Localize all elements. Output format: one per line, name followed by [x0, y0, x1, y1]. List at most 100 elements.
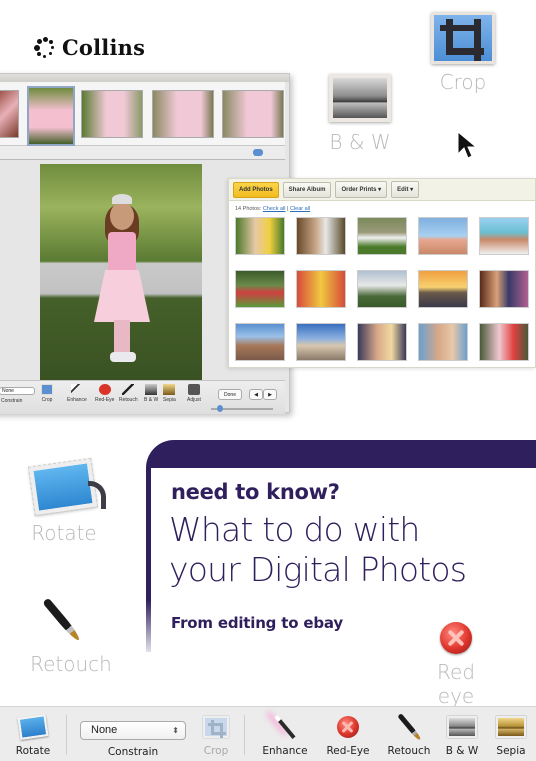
- filmstrip-thumbnail-selected[interactable]: [27, 86, 75, 146]
- constrain-label: Constrain: [1, 398, 23, 404]
- add-photos-button[interactable]: Add Photos: [233, 181, 279, 198]
- editor-enhance-button[interactable]: Enhance: [67, 384, 87, 403]
- enhance-button[interactable]: Enhance: [258, 713, 312, 757]
- crop-icon: [431, 12, 495, 64]
- editor-bw-button[interactable]: B & W: [144, 384, 158, 403]
- album-thumbnail[interactable]: [357, 270, 407, 308]
- book-title: What to do with your Digital Photos: [169, 510, 467, 590]
- book-title-line-2: your Digital Photos: [169, 550, 467, 589]
- arrow-left-icon: ◀: [254, 392, 258, 398]
- photo-subject: [94, 194, 150, 364]
- editor-retouch-button[interactable]: Retouch: [119, 384, 138, 403]
- album-thumbnail[interactable]: [479, 270, 529, 308]
- mouse-cursor-icon: [457, 130, 478, 159]
- bottom-toolbar: Rotate None ⬍ Constrain Crop Enhance Red…: [0, 706, 536, 761]
- filmstrip-thumbnail[interactable]: [222, 90, 284, 138]
- black-white-photo-icon: [329, 74, 391, 122]
- filmstrip-thumbnail[interactable]: [81, 90, 143, 138]
- filmstrip-thumbnail[interactable]: [0, 90, 19, 138]
- share-album-button[interactable]: Share Album: [282, 181, 332, 198]
- album-thumbnail[interactable]: [235, 323, 285, 361]
- paintbrush-icon: [396, 713, 422, 741]
- rotate-label: Rotate: [31, 521, 97, 545]
- collins-wordmark: Collins: [62, 35, 146, 60]
- main-photo-preview: [40, 164, 202, 380]
- book-subtitle: From editing to ebay: [171, 614, 343, 632]
- done-button[interactable]: Done: [218, 389, 242, 400]
- album-thumbnail[interactable]: [479, 323, 529, 361]
- filmstrip-scrollbar[interactable]: [0, 146, 285, 160]
- scroll-indicator[interactable]: [253, 149, 263, 156]
- filmstrip-thumbnail[interactable]: [152, 90, 214, 138]
- zoom-slider-knob[interactable]: [217, 405, 223, 412]
- album-photo-grid: [235, 217, 529, 361]
- album-thumbnail[interactable]: [357, 217, 407, 255]
- rotate-photo-icon: [27, 457, 99, 517]
- red-eye-feature: Red eye: [418, 622, 494, 708]
- photo-count: 14 Photos:: [235, 206, 262, 212]
- card-border-fade: [141, 600, 155, 660]
- filmstrip: [0, 82, 285, 146]
- album-thumbnail[interactable]: [418, 217, 468, 255]
- editor-crop-button[interactable]: Crop: [41, 384, 53, 403]
- constrain-select[interactable]: None: [0, 387, 35, 395]
- magic-wand-icon: [274, 714, 296, 740]
- clear-all-link[interactable]: Clear all: [290, 206, 310, 212]
- select-updown-icon: ⬍: [172, 726, 179, 735]
- bw-feature: B & W: [328, 74, 392, 154]
- title-card: need to know? What to do with your Digit…: [146, 440, 536, 652]
- check-all-link[interactable]: Check all: [263, 206, 286, 212]
- collins-logo: Collins: [34, 35, 145, 60]
- web-album-panel: Add Photos Share Album Order Prints ▾ Ed…: [228, 178, 536, 368]
- book-title-line-1: What to do with: [169, 510, 420, 549]
- crop-button[interactable]: Crop: [196, 713, 236, 757]
- constrain-label: Constrain: [107, 746, 159, 758]
- editor-toolbar: None Constrain Crop Enhance Red-Eye Reto…: [0, 380, 285, 414]
- collins-dots-icon: [34, 36, 56, 59]
- toolbar-divider: [244, 715, 245, 755]
- window-titlebar: [0, 74, 289, 82]
- rotate-button[interactable]: Rotate: [12, 713, 54, 757]
- red-eye-label: Red eye: [437, 660, 475, 708]
- crop-icon: [203, 716, 229, 738]
- editor-sepia-button[interactable]: Sepia: [163, 384, 176, 403]
- album-thumbnail[interactable]: [357, 323, 407, 361]
- retouch-label: Retouch: [30, 652, 112, 676]
- album-toolbar: Add Photos Share Album Order Prints ▾ Ed…: [229, 179, 535, 201]
- crop-feature: Crop: [428, 12, 498, 94]
- next-photo-button[interactable]: ▶: [263, 389, 277, 400]
- arrow-right-icon: ▶: [268, 392, 272, 398]
- album-thumbnail[interactable]: [296, 217, 346, 255]
- rotate-feature: Rotate: [27, 457, 110, 545]
- bw-button[interactable]: B & W: [442, 713, 482, 757]
- red-eye-icon: [440, 622, 472, 654]
- editor-adjust-button[interactable]: Adjust: [187, 384, 201, 403]
- retouch-button[interactable]: Retouch: [382, 713, 436, 757]
- rotate-arrow-icon: [88, 481, 106, 509]
- editor-red-eye-button[interactable]: Red-Eye: [95, 384, 114, 403]
- series-kicker: need to know?: [171, 480, 340, 504]
- album-thumbnail[interactable]: [296, 323, 346, 361]
- toolbar-divider: [66, 715, 67, 755]
- album-thumbnail[interactable]: [235, 217, 285, 255]
- album-meta: 14 Photos: Check all | Clear all: [229, 201, 535, 212]
- album-thumbnail[interactable]: [296, 270, 346, 308]
- meta-separator: |: [286, 206, 289, 212]
- album-thumbnail[interactable]: [235, 270, 285, 308]
- album-thumbnail[interactable]: [418, 323, 468, 361]
- red-eye-button[interactable]: Red-Eye: [320, 713, 376, 757]
- crop-label: Crop: [439, 70, 487, 94]
- constrain-select[interactable]: None ⬍: [80, 721, 186, 740]
- album-thumbnail[interactable]: [479, 217, 529, 255]
- rotate-icon: [17, 714, 49, 740]
- order-prints-dropdown[interactable]: Order Prints ▾: [335, 181, 388, 198]
- red-eye-icon: [337, 716, 359, 738]
- bw-label: B & W: [329, 130, 391, 154]
- previous-photo-button[interactable]: ◀: [249, 389, 263, 400]
- sepia-photo-icon: [496, 716, 526, 738]
- album-thumbnail[interactable]: [418, 270, 468, 308]
- edit-dropdown[interactable]: Edit ▾: [391, 181, 420, 198]
- paintbrush-icon: [42, 597, 82, 643]
- retouch-feature: Retouch: [28, 594, 118, 676]
- sepia-button[interactable]: Sepia: [490, 713, 532, 757]
